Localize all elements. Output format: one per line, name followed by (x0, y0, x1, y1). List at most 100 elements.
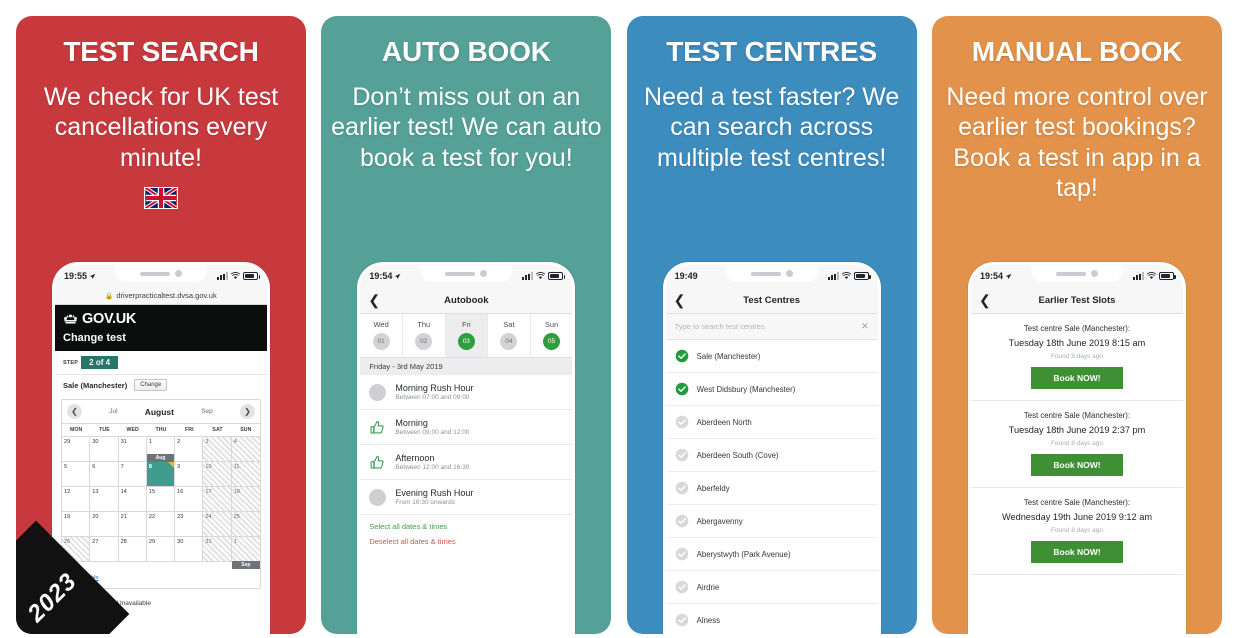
test-centre-row[interactable]: Airdrie (665, 571, 878, 604)
panel-subtitle: We check for UK test cancellations every… (43, 82, 279, 172)
test-centre-row[interactable]: Aberystwyth (Park Avenue) (665, 538, 878, 571)
step-indicator: STEP 2 of 4 (55, 351, 267, 375)
book-now-button[interactable]: Book NOW! (1031, 541, 1123, 563)
slot-subtitle: Between 12:00 and 16:30 (395, 464, 470, 471)
time-slot-row[interactable]: Evening Rush Hour From 16:30 onwards (360, 480, 573, 515)
phone-notch (1030, 265, 1123, 282)
slot-datetime: Tuesday 18th June 2019 8:15 am (1008, 338, 1146, 348)
earlier-slot-card: Test centre Sale (Manchester): Wednesday… (970, 488, 1183, 575)
slot-subtitle: Between 09:00 and 12:00 (395, 429, 470, 436)
search-bar[interactable]: Type to search test centres ✕ (665, 314, 878, 340)
calendar-day[interactable]: 30 (175, 536, 204, 561)
calendar-weekday: FRI (184, 427, 194, 433)
book-now-button[interactable]: Book NOW! (1031, 367, 1123, 389)
slot-centre: Test centre Sale (Manchester): (1023, 324, 1131, 333)
calendar-day[interactable]: 9 (175, 461, 204, 486)
test-centre-row[interactable]: Sale (Manchester) (665, 340, 878, 373)
uk-flag-icon (144, 187, 178, 210)
day-label: Sat (503, 320, 515, 329)
panel-test-search: TEST SEARCH We check for UK test cancell… (16, 16, 306, 634)
day-tab[interactable]: Sun 05 (531, 314, 573, 357)
phone-notch (725, 265, 818, 282)
calendar-header: ❮ Jul August Sep ❯ (62, 400, 260, 423)
time-slot-row[interactable]: Morning Between 09:00 and 12:00 (360, 410, 573, 445)
nav-title: Test Centres (743, 294, 801, 306)
day-tab[interactable]: Wed 01 (360, 314, 403, 357)
search-input[interactable]: Type to search test centres (675, 322, 765, 331)
calendar-day[interactable]: Aug 8 (146, 454, 176, 486)
signal-icon (522, 272, 534, 280)
calendar-day[interactable]: 5 (62, 461, 91, 486)
test-centre-row[interactable]: Alness (666, 604, 878, 634)
time-slot-row[interactable]: Morning Rush Hour Between 07:00 and 09:0… (360, 375, 573, 410)
slot-datetime: Tuesday 18th June 2019 2:37 pm (1008, 425, 1146, 435)
calendar-weekday: SAT (212, 427, 223, 433)
calendar-day[interactable]: 13 (90, 486, 119, 511)
panel-title: AUTO BOOK (381, 36, 551, 67)
battery-icon (548, 272, 566, 280)
nav-title: Earlier Test Slots (1038, 294, 1116, 306)
calendar-day[interactable]: 28 (118, 536, 147, 561)
earlier-slot-card: Test centre Sale (Manchester): Tuesday 1… (970, 401, 1183, 488)
calendar-day[interactable]: 19 (62, 511, 91, 536)
calendar-grid: 29 30 31 1 2 3 4 5 6 7 Aug 8 9 10 11 12 13 14 15 16 17 18 19 20… (62, 436, 260, 569)
calendar-day[interactable]: 7 (118, 461, 147, 486)
time-slot-row[interactable]: Afternoon Between 12:00 and 16:30 (360, 445, 573, 480)
test-centre-row[interactable]: West Didsbury (Manchester) (665, 373, 878, 406)
slot-found-ago: Found 8 days ago (1050, 440, 1103, 447)
safari-url-bar[interactable]: 🔒 driverpracticaltest.dvsa.gov.uk (55, 287, 267, 305)
calendar-day[interactable]: 30 (90, 436, 119, 461)
calendar-day: 4 (231, 436, 260, 461)
test-centre-row[interactable]: Aberdeen South (Cove) (665, 439, 878, 472)
calendar-day: 11 (231, 461, 260, 486)
screenshot-gallery: TEST SEARCH We check for UK test cancell… (0, 0, 1238, 638)
book-now-button[interactable]: Book NOW! (1031, 454, 1123, 476)
signal-icon (217, 272, 228, 280)
calendar-day[interactable]: 21 (118, 511, 147, 536)
phone-mockup: 19:54 ❮ Earlier Test Slots Test centre S… (967, 262, 1186, 634)
calendar-day[interactable]: 23 (175, 511, 204, 536)
bulk-actions: Select all dates & times Deselect all da… (360, 515, 572, 546)
calendar-prev-button[interactable]: ❮ (67, 404, 82, 419)
deselect-all-link[interactable]: Deselect all dates & times (369, 537, 563, 546)
calendar-day[interactable]: 20 (90, 511, 119, 536)
calendar-day[interactable]: 29 (146, 536, 176, 561)
calendar-day[interactable]: 29 (62, 436, 91, 461)
day-tab[interactable]: Fri 03 (445, 314, 489, 357)
signal-icon (827, 272, 839, 280)
calendar-next-button[interactable]: ❯ (239, 404, 255, 419)
calendar-day[interactable]: 12 (62, 486, 91, 511)
nav-title: Autobook (444, 294, 489, 306)
calendar-day[interactable]: 6 (90, 461, 119, 486)
check-circle-icon (675, 415, 688, 429)
calendar-day[interactable]: 15 (146, 486, 176, 511)
calendar-day[interactable]: 16 (175, 486, 204, 511)
calendar-day: 24 (203, 511, 232, 536)
day-tab[interactable]: Thu 02 (403, 314, 446, 357)
calendar-day: 1 Sep (231, 536, 260, 569)
location-arrow-icon (395, 273, 401, 279)
earlier-slot-card: Test centre Sale (Manchester): Tuesday 1… (970, 314, 1183, 401)
status-time: 19:55 (64, 271, 88, 281)
calendar-day[interactable]: 27 (90, 536, 119, 561)
phone-notch (115, 265, 207, 282)
day-number: 04 (500, 333, 518, 350)
close-icon[interactable]: ✕ (861, 321, 869, 332)
grey-dot-icon (369, 488, 387, 506)
day-tab[interactable]: Sat 04 (488, 314, 531, 357)
test-centre-row[interactable]: Aberfeldy (665, 472, 878, 505)
select-all-link[interactable]: Select all dates & times (369, 522, 563, 531)
calendar-next-month: Sep (201, 408, 213, 415)
check-circle-selected-icon (675, 382, 688, 396)
calendar-day[interactable]: 22 (146, 511, 176, 536)
change-centre-button[interactable]: Change (134, 379, 168, 391)
wifi-icon (536, 272, 546, 279)
calendar-day[interactable]: 14 (118, 486, 147, 511)
lock-icon: 🔒 (105, 292, 114, 300)
test-centre-row[interactable]: Aberdeen North (665, 406, 878, 439)
calendar-day[interactable]: 2 (175, 436, 204, 461)
nav-bar: ❮ Test Centres (665, 287, 878, 314)
test-centre-row[interactable]: Abergavenny (665, 505, 878, 538)
govuk-page-title: Change test (63, 332, 126, 344)
calendar-day[interactable]: 31 (118, 436, 147, 461)
